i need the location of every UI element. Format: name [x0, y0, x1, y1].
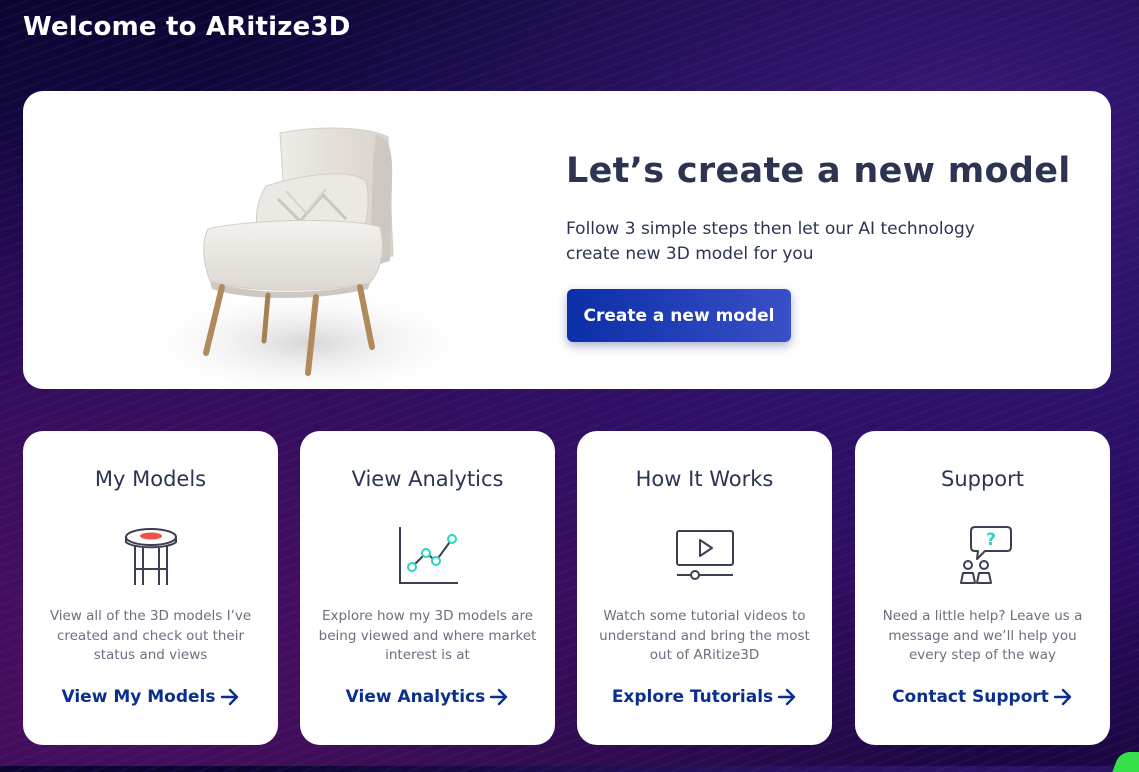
card-description: View all of the 3D models I’ve created a… — [49, 608, 252, 663]
link-label: View My Models — [61, 687, 216, 707]
side-table-icon — [119, 525, 183, 587]
link-label: View Analytics — [345, 687, 486, 707]
armchair-image — [118, 121, 488, 389]
card-title: Support — [940, 467, 1024, 491]
link-label: Contact Support — [892, 687, 1049, 707]
support-chat-icon: ? — [951, 525, 1015, 587]
hero-card: Let’s create a new model Follow 3 simple… — [23, 91, 1111, 389]
video-player-icon — [673, 525, 737, 587]
card-description: Need a little help? Leave us a message a… — [882, 608, 1083, 663]
explore-tutorials-link[interactable]: Explore Tutorials — [577, 687, 832, 707]
line-chart-icon — [396, 525, 460, 587]
page-title: Welcome to ARitize3D — [23, 12, 351, 42]
card-title: View Analytics — [351, 467, 504, 491]
card-my-models: My Models View all of the 3D models I’ve… — [23, 431, 278, 745]
corner-decoration — [1112, 752, 1139, 772]
card-title: My Models — [94, 467, 207, 491]
contact-support-link[interactable]: Contact Support — [855, 687, 1110, 707]
create-new-model-button[interactable]: Create a new model — [567, 289, 791, 342]
link-label: Explore Tutorials — [611, 687, 774, 707]
arrow-right-icon — [220, 688, 240, 706]
card-description: Explore how my 3D models are being viewe… — [318, 608, 537, 663]
svg-text:?: ? — [986, 530, 996, 550]
card-title: How It Works — [635, 467, 774, 491]
view-my-models-link[interactable]: View My Models — [23, 687, 278, 707]
card-view-analytics: View Analytics Explore how my 3D models … — [300, 431, 555, 745]
hero-subtitle: Follow 3 simple steps then let our AI te… — [566, 219, 975, 264]
arrow-right-icon — [777, 688, 797, 706]
hero-title: Let’s create a new model — [566, 151, 1071, 191]
card-description: Watch some tutorial videos to understand… — [599, 608, 810, 663]
arrow-right-icon — [489, 688, 509, 706]
arrow-right-icon — [1053, 688, 1073, 706]
card-how-it-works: How It Works Watch some tutorial videos … — [577, 431, 832, 745]
card-support: Support ? Need a little help? Leave us a… — [855, 431, 1110, 745]
view-analytics-link[interactable]: View Analytics — [300, 687, 555, 707]
